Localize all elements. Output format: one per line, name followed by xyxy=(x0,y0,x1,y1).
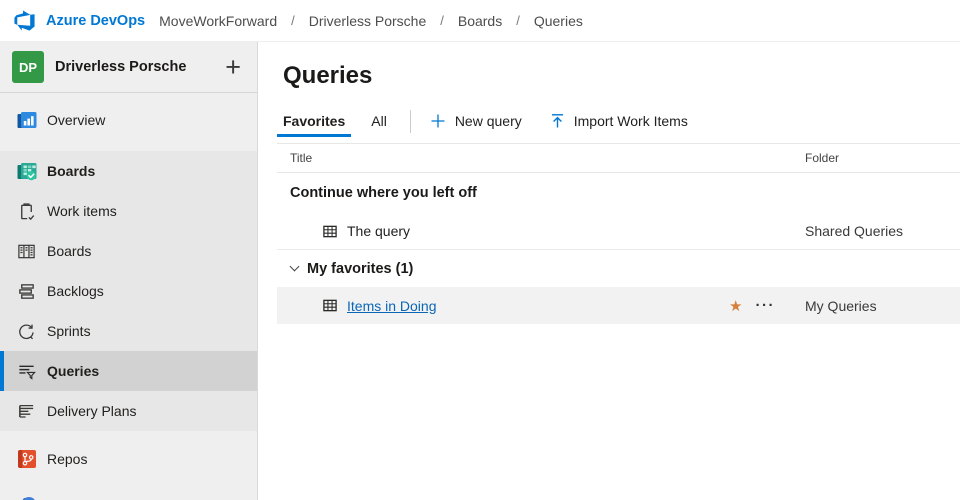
main-content: Queries Favorites All New query xyxy=(258,42,960,500)
azure-devops-logo-icon[interactable] xyxy=(13,9,37,33)
overview-icon xyxy=(13,108,40,132)
pipelines-icon xyxy=(13,493,40,500)
sidebar-item-label: Boards xyxy=(47,243,91,259)
more-options-icon[interactable]: ··· xyxy=(756,297,776,314)
sidebar-item-partial[interactable] xyxy=(0,485,257,500)
tab-all[interactable]: All xyxy=(365,105,393,137)
page-title: Queries xyxy=(283,62,960,90)
project-sidebar: DP Driverless Porsche + Overview xyxy=(0,42,258,500)
plus-icon xyxy=(430,113,446,129)
sidebar-item-boards-sub[interactable]: Boards xyxy=(0,231,257,271)
query-folder: My Queries xyxy=(805,298,960,314)
sidebar-item-label: Work items xyxy=(47,203,117,219)
query-title-link[interactable]: Items in Doing xyxy=(347,298,436,314)
sidebar-item-label: Backlogs xyxy=(47,283,104,299)
top-bar: Azure DevOps MoveWorkForward / Driverles… xyxy=(0,0,960,42)
tab-bar: Favorites All New query Import xyxy=(277,105,960,137)
kanban-board-icon xyxy=(13,242,40,261)
table-row-items-in-doing[interactable]: Items in Doing ★ ··· My Queries xyxy=(277,287,960,324)
repos-icon xyxy=(13,447,40,471)
delivery-plans-icon xyxy=(13,402,40,421)
new-query-button[interactable]: New query xyxy=(430,105,522,137)
project-avatar: DP xyxy=(12,51,44,83)
table-row-the-query[interactable]: The query Shared Queries xyxy=(277,213,960,250)
sidebar-item-overview[interactable]: Overview xyxy=(0,100,257,140)
sidebar-item-label: Delivery Plans xyxy=(47,403,136,419)
favorite-star-icon[interactable]: ★ xyxy=(729,297,742,315)
sidebar-item-backlogs[interactable]: Backlogs xyxy=(0,271,257,311)
brand-title[interactable]: Azure DevOps xyxy=(46,13,145,29)
sidebar-item-label: Sprints xyxy=(47,323,91,339)
query-grid-icon xyxy=(322,298,338,313)
import-work-items-label: Import Work Items xyxy=(574,113,688,129)
query-folder: Shared Queries xyxy=(805,223,960,239)
breadcrumb-org[interactable]: MoveWorkForward xyxy=(159,13,277,29)
project-switcher[interactable]: DP Driverless Porsche + xyxy=(0,42,257,92)
column-header-title[interactable]: Title xyxy=(277,151,805,165)
import-work-items-button[interactable]: Import Work Items xyxy=(550,105,688,137)
import-icon xyxy=(550,113,565,129)
sidebar-item-queries[interactable]: Queries xyxy=(0,351,257,391)
tab-favorites[interactable]: Favorites xyxy=(277,105,351,137)
breadcrumb-queries[interactable]: Queries xyxy=(534,13,583,29)
sidebar-item-repos[interactable]: Repos xyxy=(0,439,257,479)
section-header-my-favorites[interactable]: My favorites (1) xyxy=(277,250,960,287)
query-title[interactable]: The query xyxy=(347,223,410,239)
section-label: My favorites (1) xyxy=(307,261,413,277)
toolbar-divider xyxy=(410,110,411,133)
backlogs-icon xyxy=(13,282,40,301)
project-name: Driverless Porsche xyxy=(55,59,225,75)
work-items-icon xyxy=(13,202,40,221)
queries-icon xyxy=(13,362,40,381)
add-project-button[interactable]: + xyxy=(225,57,241,77)
sidebar-item-work-items[interactable]: Work items xyxy=(0,191,257,231)
sidebar-item-sprints[interactable]: Sprints xyxy=(0,311,257,351)
sprints-icon xyxy=(13,322,40,341)
queries-table: Title Folder Continue where you left off… xyxy=(277,143,960,324)
chevron-down-icon xyxy=(290,262,300,272)
breadcrumb-separator: / xyxy=(440,13,444,28)
new-query-label: New query xyxy=(455,113,522,129)
sidebar-boards-group: Boards Work items xyxy=(0,151,257,431)
breadcrumb-separator: / xyxy=(516,13,520,28)
sidebar-item-delivery-plans[interactable]: Delivery Plans xyxy=(0,391,257,431)
breadcrumb-separator: / xyxy=(291,13,295,28)
sidebar-item-label: Overview xyxy=(47,112,105,128)
column-header-folder[interactable]: Folder xyxy=(805,151,960,165)
query-grid-icon xyxy=(322,224,338,239)
table-header: Title Folder xyxy=(277,144,960,173)
sidebar-divider xyxy=(0,92,257,93)
boards-icon xyxy=(13,159,40,183)
section-header-continue: Continue where you left off xyxy=(277,173,960,213)
breadcrumb-project[interactable]: Driverless Porsche xyxy=(309,13,426,29)
sidebar-item-label: Queries xyxy=(47,363,99,379)
sidebar-item-label: Boards xyxy=(47,163,95,179)
sidebar-item-boards[interactable]: Boards xyxy=(0,151,257,191)
breadcrumb-boards[interactable]: Boards xyxy=(458,13,502,29)
sidebar-item-label: Repos xyxy=(47,451,87,467)
